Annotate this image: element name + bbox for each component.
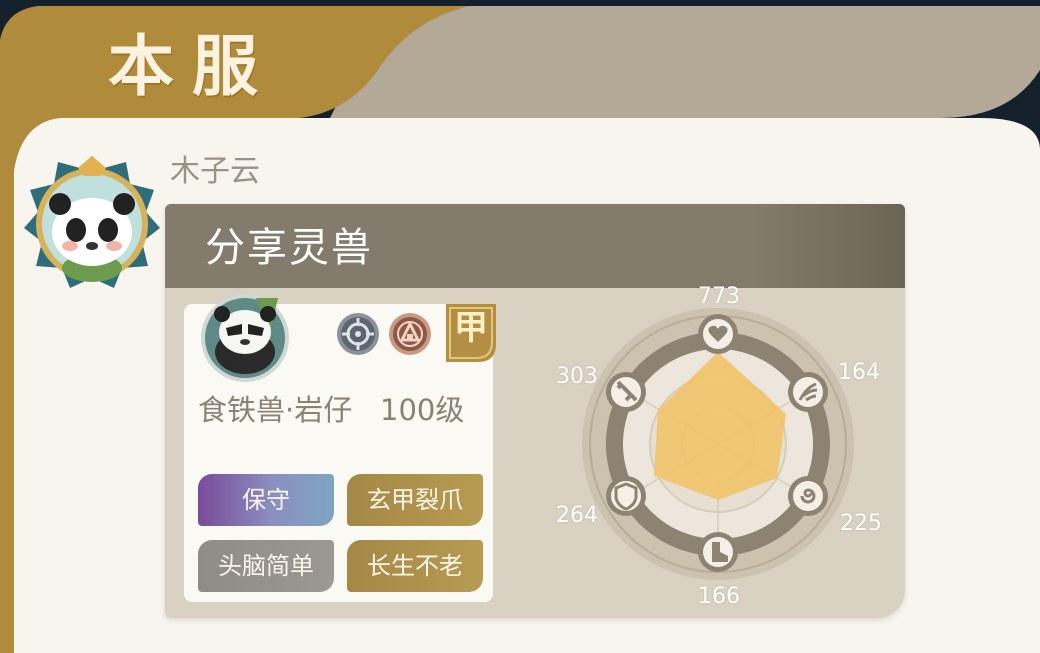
trait-badge-armor-claw[interactable]: 玄甲裂爪 [347, 474, 483, 526]
heart-icon [698, 314, 738, 354]
trait-badge-simple-minded[interactable]: 头脑简单 [198, 540, 334, 592]
trait-badge-immortal[interactable]: 长生不老 [347, 540, 483, 592]
seal-skill-icon[interactable] [388, 312, 432, 356]
target-skill-icon[interactable] [336, 312, 380, 356]
sword-icon [606, 372, 646, 412]
spiral-icon [788, 476, 828, 516]
shield-icon [606, 476, 646, 516]
user-name: 木子云 [170, 154, 260, 189]
stat-value-bottom: 166 [698, 584, 740, 609]
stats-radar-chart [582, 308, 854, 580]
pet-level: 100级 [380, 393, 465, 427]
stat-value-top: 773 [698, 284, 740, 309]
pet-name: 食铁兽·岩仔 [198, 393, 353, 427]
stat-value-top-left: 303 [556, 364, 598, 389]
grade-badge: 甲 [446, 304, 496, 362]
page-title: 本服 [108, 27, 276, 105]
card-title: 分享灵兽 [205, 225, 373, 271]
trait-badge-conservative[interactable]: 保守 [198, 474, 334, 526]
stat-value-bottom-left: 264 [556, 503, 598, 528]
grade-text: 甲 [454, 308, 488, 348]
pet-portrait[interactable] [200, 292, 290, 384]
pet-info-panel[interactable]: 甲 食铁兽·岩仔 100级 保守 玄甲裂爪 头脑简单 长生不老 [184, 294, 496, 602]
boot-icon [698, 532, 738, 572]
claw-icon [788, 372, 828, 412]
stat-value-top-right: 164 [838, 360, 880, 385]
stat-value-bottom-right: 225 [840, 511, 882, 536]
user-avatar[interactable] [22, 154, 162, 294]
